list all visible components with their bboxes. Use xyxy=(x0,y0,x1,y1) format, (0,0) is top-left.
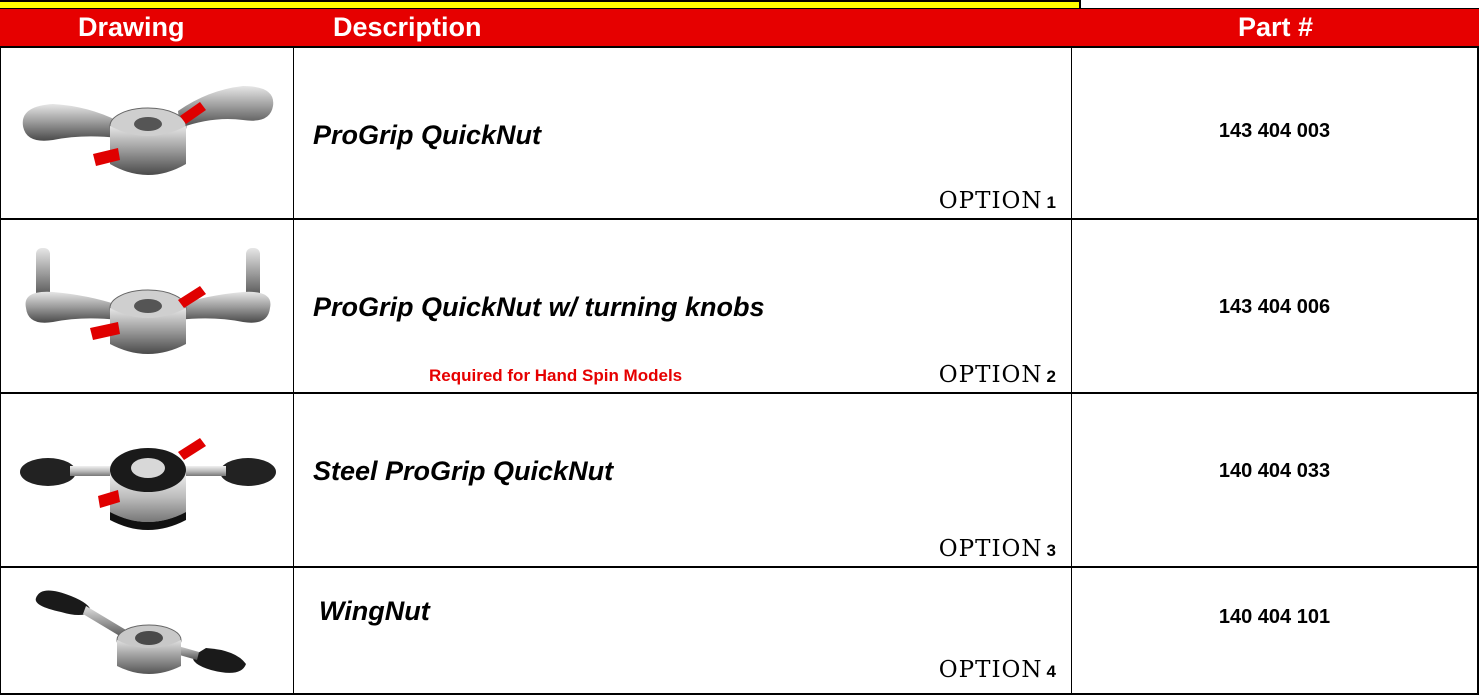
option-label: OPTION 4 xyxy=(938,657,1057,683)
progrip-quicknut-knobs-icon xyxy=(25,248,271,354)
part-number: 140 404 033 xyxy=(1218,460,1331,482)
item-description: WingNut xyxy=(319,596,430,626)
description-cell: ProGrip QuickNut w/ turning knobs Requir… xyxy=(294,220,1072,394)
header-drawing: Drawing xyxy=(78,12,185,42)
part-number-cell: 143 404 003 xyxy=(1072,48,1479,220)
row-divider xyxy=(0,693,1479,695)
description-cell: ProGrip QuickNut OPTION 1 xyxy=(294,48,1072,220)
description-cell: Steel ProGrip QuickNut OPTION 3 xyxy=(294,394,1072,568)
option-label: OPTION 3 xyxy=(938,536,1057,562)
part-number: 143 404 003 xyxy=(1218,120,1331,142)
steel-progrip-quicknut-icon xyxy=(20,438,276,530)
part-number: 140 404 101 xyxy=(1218,606,1331,628)
top-accent-bar xyxy=(0,0,1081,8)
wingnut-icon xyxy=(35,590,246,674)
table-row: ProGrip QuickNut OPTION 1 143 404 003 xyxy=(0,48,1479,220)
item-description: Steel ProGrip QuickNut xyxy=(313,456,614,486)
item-description: ProGrip QuickNut xyxy=(313,120,542,150)
part-number-cell: 140 404 101 xyxy=(1072,568,1479,695)
table-row: Steel ProGrip QuickNut OPTION 3 140 404 0… xyxy=(0,394,1479,568)
progrip-quicknut-icon xyxy=(22,86,274,175)
drawing-cell xyxy=(0,220,294,394)
drawing-cell xyxy=(0,48,294,220)
header-description: Description xyxy=(333,12,482,42)
header-part-number: Part # xyxy=(1238,12,1314,42)
drawing-cell xyxy=(0,568,294,695)
item-description: ProGrip QuickNut w/ turning knobs xyxy=(313,292,765,322)
description-cell: WingNut OPTION 4 xyxy=(294,568,1072,695)
part-number-cell: 143 404 006 xyxy=(1072,220,1479,394)
drawing-cell xyxy=(0,394,294,568)
table-row: WingNut OPTION 4 140 404 101 xyxy=(0,568,1479,695)
table-row: ProGrip QuickNut w/ turning knobs Requir… xyxy=(0,220,1479,394)
part-number: 143 404 006 xyxy=(1218,296,1331,318)
part-number-cell: 140 404 033 xyxy=(1072,394,1479,568)
table-header: Drawing Description Part # xyxy=(0,8,1479,48)
option-label: OPTION 1 xyxy=(938,188,1057,214)
hand-spin-note: Required for Hand Spin Models xyxy=(429,366,683,385)
option-label: OPTION 2 xyxy=(938,362,1057,388)
